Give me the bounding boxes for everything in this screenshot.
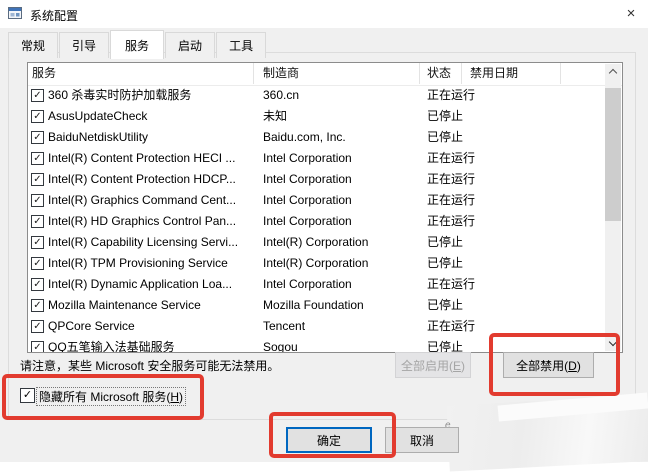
cancel-button[interactable]: 取消	[385, 427, 459, 453]
service-manufacturer: Intel(R) Corporation	[263, 235, 369, 249]
service-manufacturer: Intel Corporation	[263, 277, 352, 291]
service-name: AsusUpdateCheck	[48, 109, 148, 123]
column-header-date-disabled[interactable]: 禁用日期	[462, 63, 561, 84]
tab-label: 常规	[21, 39, 46, 53]
service-manufacturer: Intel Corporation	[263, 151, 352, 165]
service-table-body: ✓ 360 杀毒实时防护加载服务 360.cn 正在运行 ✓ AsusUpdat…	[28, 85, 606, 353]
service-row[interactable]: ✓ BaiduNetdiskUtility Baidu.com, Inc. 已停…	[28, 127, 606, 148]
service-manufacturer: Tencent	[263, 319, 306, 333]
service-status: 正在运行	[427, 172, 476, 186]
vertical-scrollbar[interactable]	[605, 64, 621, 351]
service-manufacturer: Baidu.com, Inc.	[263, 130, 346, 144]
column-header-status[interactable]: 状态	[420, 63, 462, 84]
system-config-app-icon	[8, 7, 22, 19]
service-checkbox[interactable]: ✓	[31, 341, 44, 352]
enable-all-button: 全部启用(E)	[395, 352, 471, 378]
tab-引导[interactable]: 引导	[59, 32, 110, 58]
column-header-manufacturer[interactable]: 制造商	[254, 63, 420, 84]
service-checkbox[interactable]: ✓	[31, 89, 44, 102]
tab-label: 引导	[72, 39, 97, 53]
service-row[interactable]: ✓ Intel(R) Capability Licensing Servi...…	[28, 232, 606, 253]
service-row[interactable]: ✓ Intel(R) Dynamic Application Loa... In…	[28, 274, 606, 295]
service-checkbox[interactable]: ✓	[31, 278, 44, 291]
ok-button[interactable]: 确定	[286, 427, 372, 453]
disable-all-button[interactable]: 全部禁用(D)	[503, 352, 594, 378]
service-manufacturer: Intel Corporation	[263, 214, 352, 228]
service-checkbox[interactable]: ✓	[31, 299, 44, 312]
scrollbar-thumb[interactable]	[605, 88, 621, 221]
scroll-down-icon[interactable]	[605, 335, 621, 351]
service-name: Intel(R) Content Protection HDCP...	[48, 172, 236, 186]
service-status: 已停止	[427, 235, 464, 249]
service-row[interactable]: ✓ Intel(R) Content Protection HECI ... I…	[28, 148, 606, 169]
service-name: Intel(R) Capability Licensing Servi...	[48, 235, 239, 249]
tab-strip: 常规 引导 服务 启动 工具	[8, 30, 267, 59]
column-header-service[interactable]: 服务	[28, 63, 254, 84]
service-name: Mozilla Maintenance Service	[48, 298, 201, 312]
service-checkbox[interactable]: ✓	[31, 110, 44, 123]
service-name: QPCore Service	[48, 319, 135, 333]
service-checkbox[interactable]: ✓	[31, 236, 44, 249]
service-row[interactable]: ✓ QQ五笔输入法基础服务 Sogou 已停止	[28, 337, 606, 353]
service-checkbox[interactable]: ✓	[31, 320, 44, 333]
service-name: BaiduNetdiskUtility	[48, 130, 149, 144]
service-status: 正在运行	[427, 319, 476, 333]
service-name: Intel(R) Content Protection HECI ...	[48, 151, 236, 165]
tab-label: 启动	[178, 39, 203, 53]
service-manufacturer: 360.cn	[263, 88, 300, 102]
service-manufacturer: Intel(R) Corporation	[263, 256, 369, 270]
tab-启动[interactable]: 启动	[165, 32, 216, 58]
service-manufacturer: Mozilla Foundation	[263, 298, 364, 312]
service-checkbox[interactable]: ✓	[31, 131, 44, 144]
title-bar: 系统配置 ×	[0, 0, 648, 28]
service-checkbox[interactable]: ✓	[31, 194, 44, 207]
service-checkbox[interactable]: ✓	[31, 152, 44, 165]
service-manufacturer: Intel Corporation	[263, 172, 352, 186]
service-status: 已停止	[427, 340, 464, 353]
service-row[interactable]: ✓ 360 杀毒实时防护加载服务 360.cn 正在运行	[28, 85, 606, 106]
list-header: 服务 制造商 状态 禁用日期	[28, 63, 622, 86]
service-name: 360 杀毒实时防护加载服务	[48, 88, 192, 102]
service-status: 正在运行	[427, 88, 476, 102]
service-status: 正在运行	[427, 193, 476, 207]
service-status: 正在运行	[427, 151, 476, 165]
service-checkbox[interactable]: ✓	[31, 215, 44, 228]
service-row[interactable]: ✓ Intel(R) Content Protection HDCP... In…	[28, 169, 606, 190]
service-row[interactable]: ✓ Intel(R) TPM Provisioning Service Inte…	[28, 253, 606, 274]
service-name: Intel(R) TPM Provisioning Service	[48, 256, 228, 270]
service-row[interactable]: ✓ Mozilla Maintenance Service Mozilla Fo…	[28, 295, 606, 316]
service-name: Intel(R) Graphics Command Cent...	[48, 193, 237, 207]
tab-label: 服务	[125, 39, 150, 53]
services-list[interactable]: 服务 制造商 状态 禁用日期 ✓ 360 杀毒实时防护加载服务 360.cn 正…	[27, 62, 623, 353]
close-icon[interactable]: ×	[616, 3, 646, 25]
scroll-up-icon[interactable]	[605, 64, 621, 80]
service-status: 已停止	[427, 130, 464, 144]
service-row[interactable]: ✓ AsusUpdateCheck 未知 已停止	[28, 106, 606, 127]
tab-常规[interactable]: 常规	[8, 32, 59, 58]
hide-ms-services-label[interactable]: 隐藏所有 Microsoft 服务(H)	[35, 387, 187, 406]
services-note: 请注意，某些 Microsoft 安全服务可能无法禁用。	[20, 359, 280, 373]
service-name: QQ五笔输入法基础服务	[48, 340, 175, 353]
service-status: 已停止	[427, 298, 464, 312]
service-manufacturer: 未知	[263, 109, 288, 123]
tab-label: 工具	[229, 39, 254, 53]
tab-服务[interactable]: 服务	[110, 30, 165, 59]
service-status: 已停止	[427, 256, 464, 270]
service-manufacturer: Intel Corporation	[263, 193, 352, 207]
service-row[interactable]: ✓ Intel(R) HD Graphics Control Pan... In…	[28, 211, 606, 232]
service-row[interactable]: ✓ QPCore Service Tencent 正在运行	[28, 316, 606, 337]
service-status: 正在运行	[427, 214, 476, 228]
service-checkbox[interactable]: ✓	[31, 173, 44, 186]
window-title: 系统配置	[30, 9, 79, 23]
service-manufacturer: Sogou	[263, 340, 298, 353]
tab-工具[interactable]: 工具	[216, 32, 267, 58]
service-row[interactable]: ✓ Intel(R) Graphics Command Cent... Inte…	[28, 190, 606, 211]
service-name: Intel(R) Dynamic Application Loa...	[48, 277, 233, 291]
service-status: 正在运行	[427, 277, 476, 291]
service-checkbox[interactable]: ✓	[31, 257, 44, 270]
service-status: 已停止	[427, 109, 464, 123]
hide-ms-services-checkbox[interactable]: ✓	[20, 388, 35, 403]
service-name: Intel(R) HD Graphics Control Pan...	[48, 214, 237, 228]
